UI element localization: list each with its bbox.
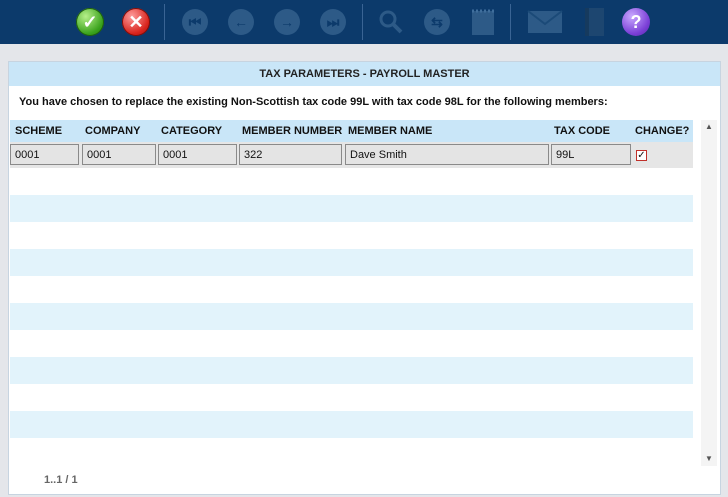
refresh-icon[interactable]: ⇆ xyxy=(421,6,453,38)
email-icon[interactable] xyxy=(526,6,564,38)
table-row xyxy=(10,168,693,195)
cancel-icon[interactable]: ✕ xyxy=(120,6,152,38)
toolbar: ✓ ✕ ⏮ ← → ⏭ ⇆ ? xyxy=(0,0,728,44)
check-icon[interactable]: ✓ xyxy=(74,6,106,38)
scroll-down-icon[interactable]: ▼ xyxy=(701,452,717,466)
help-glyph: ? xyxy=(622,8,650,36)
member-number-cell: 322 xyxy=(239,144,342,165)
table-row xyxy=(10,330,693,357)
next-icon[interactable]: → xyxy=(271,6,303,38)
table-row xyxy=(10,411,693,438)
toolbar-separator xyxy=(510,4,511,40)
toolbar-separator xyxy=(164,4,165,40)
previous-icon[interactable]: ← xyxy=(225,6,257,38)
header-tax-code[interactable]: TAX CODE xyxy=(554,120,610,142)
header-change[interactable]: CHANGE? xyxy=(635,120,689,142)
table-row xyxy=(10,222,693,249)
help-icon[interactable]: ? xyxy=(620,6,652,38)
header-member-name[interactable]: MEMBER NAME xyxy=(348,120,432,142)
notepad-icon[interactable] xyxy=(467,6,499,38)
table-row xyxy=(10,303,693,330)
confirmation-message: You have chosen to replace the existing … xyxy=(19,96,608,108)
book-icon[interactable] xyxy=(578,6,610,38)
company-cell: 0001 xyxy=(82,144,156,165)
table-row[interactable]: 0001 0001 0001 322 Dave Smith 99L ✓ xyxy=(10,142,693,168)
table-row xyxy=(10,384,693,411)
scheme-cell: 0001 xyxy=(10,144,79,165)
table-row xyxy=(10,249,693,276)
table-row xyxy=(10,438,693,465)
panel-title: TAX PARAMETERS - PAYROLL MASTER xyxy=(9,62,720,86)
first-icon[interactable]: ⏮ xyxy=(179,6,211,38)
tax-code-cell: 99L xyxy=(551,144,631,165)
last-icon[interactable]: ⏭ xyxy=(317,6,349,38)
scroll-up-icon[interactable]: ▲ xyxy=(701,120,717,134)
vertical-scrollbar[interactable]: ▲ ▼ xyxy=(701,120,717,466)
tax-parameters-panel: TAX PARAMETERS - PAYROLL MASTER You have… xyxy=(8,61,721,495)
header-company[interactable]: COMPANY xyxy=(85,120,140,142)
table-row xyxy=(10,357,693,384)
toolbar-separator xyxy=(362,4,363,40)
table-row xyxy=(10,195,693,222)
table-row xyxy=(10,276,693,303)
header-scheme[interactable]: SCHEME xyxy=(15,120,62,142)
header-category[interactable]: CATEGORY xyxy=(161,120,222,142)
category-cell: 0001 xyxy=(158,144,237,165)
members-table: SCHEME COMPANY CATEGORY MEMBER NUMBER ME… xyxy=(10,120,693,465)
search-icon[interactable] xyxy=(375,6,407,38)
member-name-cell: Dave Smith xyxy=(345,144,549,165)
pager-status: 1..1 / 1 xyxy=(44,474,78,486)
change-checkbox[interactable]: ✓ xyxy=(636,150,647,161)
table-header: SCHEME COMPANY CATEGORY MEMBER NUMBER ME… xyxy=(10,120,693,142)
header-member-number[interactable]: MEMBER NUMBER xyxy=(242,120,342,142)
